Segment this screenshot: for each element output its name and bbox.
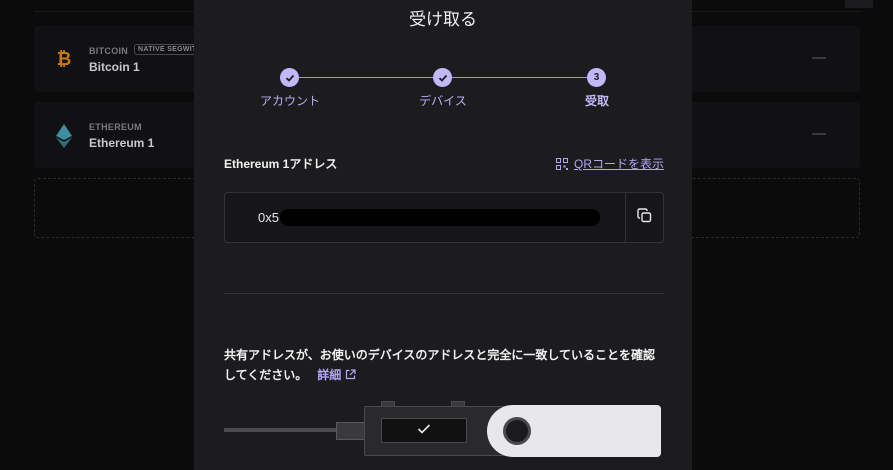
step-receive-label: 受取: [584, 94, 609, 108]
ethereum-icon: [54, 124, 74, 148]
learn-more-label: 詳細: [317, 368, 342, 382]
bitcoin-icon: ₿: [56, 49, 72, 69]
verify-text: 共有アドレスが、お使いのデバイスのアドレスと完全に一致していることを確認してくだ…: [224, 348, 656, 382]
account-balance-placeholder: [812, 133, 826, 135]
address-value: 0x5: [258, 210, 279, 225]
verify-instructions: 共有アドレスが、お使いのデバイスのアドレスと完全に一致していることを確認してくだ…: [224, 345, 664, 386]
device-body: [364, 401, 661, 457]
usb-cable: [224, 428, 339, 432]
copy-address-button[interactable]: [625, 193, 663, 242]
receive-modal: 受け取る アカウント デバイス 3 受取 Ethereum 1アドレス QRコー…: [194, 0, 692, 470]
address-label: Ethereum 1アドレス: [224, 157, 338, 171]
device-screen: [381, 418, 467, 443]
step-account-check-icon: [280, 68, 299, 87]
address-field[interactable]: 0x5: [224, 192, 664, 243]
show-qr-link[interactable]: QRコードを表示: [555, 155, 664, 172]
device-button-left: [381, 401, 395, 407]
address-redaction: [280, 209, 600, 226]
header-button-remnant: [845, 0, 873, 8]
device-swivel-cover: [487, 405, 661, 457]
step-device-label: デバイス: [419, 94, 467, 108]
qr-code-icon: [555, 157, 568, 170]
hardware-device-illustration: [224, 398, 664, 470]
account-ticker: ETHEREUM: [89, 122, 142, 132]
device-button-right: [451, 401, 465, 407]
account-name: Bitcoin 1: [89, 60, 140, 74]
account-ticker: BITCOIN: [89, 46, 129, 56]
account-tag: NATIVE SEGWIT: [134, 44, 201, 55]
account-name: Ethereum 1: [89, 136, 155, 150]
copy-icon: [637, 207, 652, 228]
step-receive-number: 3: [587, 68, 606, 87]
device-swivel-button: [503, 417, 531, 445]
step-account-label: アカウント: [259, 94, 320, 108]
modal-title: 受け取る: [409, 10, 477, 29]
check-icon: [417, 422, 431, 440]
step-device-check-icon: [433, 68, 452, 87]
show-qr-label: QRコードを表示: [573, 157, 664, 171]
usb-plug: [336, 422, 366, 440]
learn-more-link[interactable]: 詳細: [317, 368, 356, 382]
external-link-icon: [345, 366, 356, 386]
account-balance-placeholder: [812, 57, 826, 59]
section-divider: [224, 293, 664, 294]
